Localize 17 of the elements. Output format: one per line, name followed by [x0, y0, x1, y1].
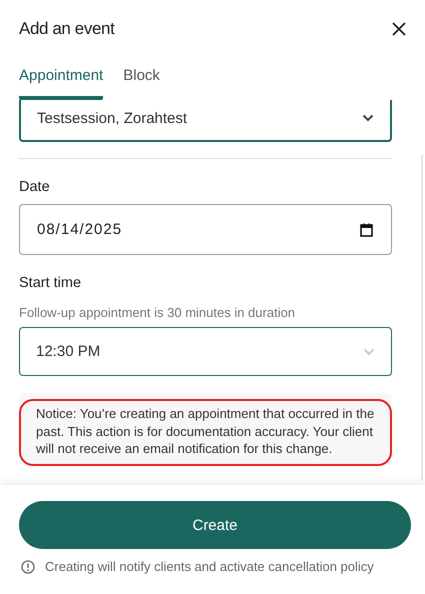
- tab[interactable]: Appointment: [19, 67, 104, 100]
- tab[interactable]: Block: [123, 67, 160, 100]
- dialog-title: Add an event: [19, 19, 114, 39]
- create-button[interactable]: Create: [19, 501, 411, 549]
- field-label: Date: [19, 179, 51, 195]
- chevron-icon: [362, 114, 374, 122]
- calendar-icon[interactable]: [360, 222, 373, 236]
- close-icon[interactable]: [392, 22, 406, 36]
- client-select[interactable]: Testsession, Zorahtest: [19, 100, 392, 142]
- field-label: Start time: [19, 275, 82, 291]
- chevron-icon: [363, 348, 375, 356]
- date-field[interactable]: 08/14/2025: [19, 204, 392, 255]
- footnote-text: Creating will notify clients and activate cancellation policy: [45, 559, 374, 574]
- notice-text: Notice: You’re creating an appointment that occurred in the past. This action is for documentation accuracy. Your client will not receive an email notification for this change.: [19, 399, 392, 466]
- info-icon: [21, 560, 35, 574]
- field-hint: Follow-up appointment is 30 minutes in duration: [19, 305, 296, 320]
- time-select[interactable]: 12:30 PM: [19, 327, 392, 376]
